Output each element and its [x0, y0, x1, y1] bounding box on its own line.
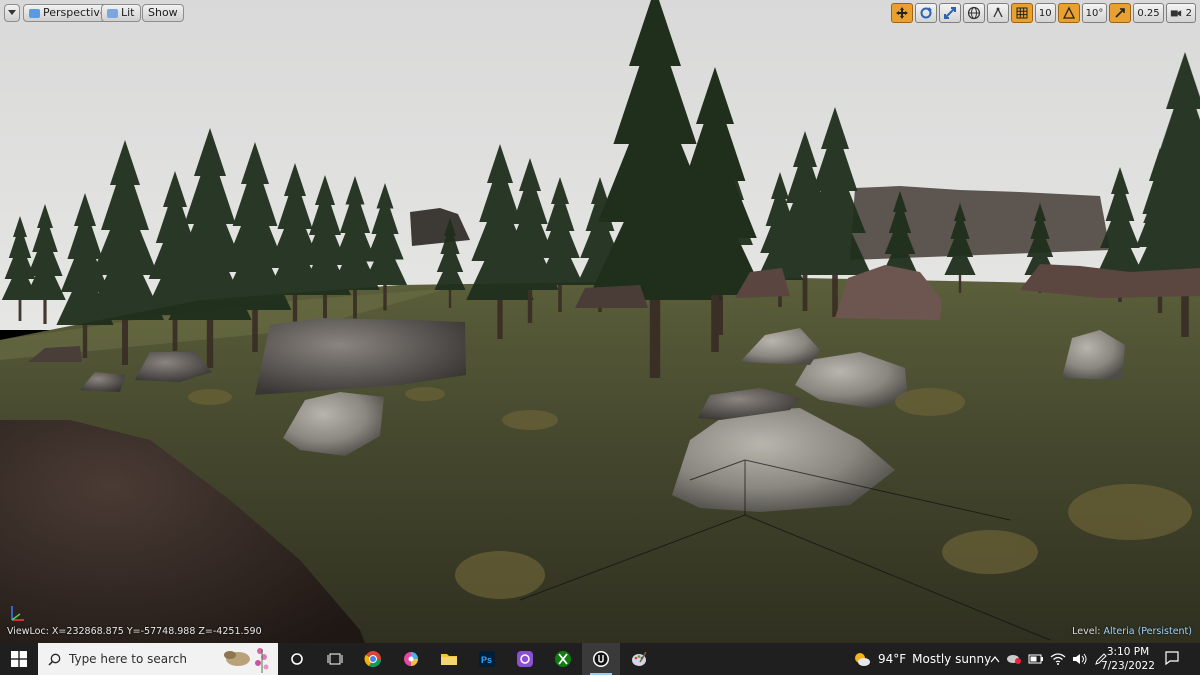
scale-snap-toggle[interactable]	[1109, 3, 1132, 23]
perspective-label: Perspective	[43, 6, 107, 19]
rotation-snap-value[interactable]: 10°	[1081, 3, 1108, 23]
scale-icon	[943, 7, 956, 19]
scale-tool-button[interactable]	[938, 3, 961, 23]
clock-time: 3:10 PM	[1106, 646, 1150, 658]
sun-cloud-icon	[855, 653, 870, 666]
task-view-button[interactable]	[278, 643, 316, 675]
world-local-toggle[interactable]	[962, 3, 985, 23]
taskbar-app-chrome[interactable]	[354, 643, 392, 675]
chevron-up-icon[interactable]	[990, 655, 1000, 663]
notification-center-button[interactable]	[1164, 650, 1180, 670]
photoshop-icon: Ps	[479, 651, 495, 667]
camera-speed-button[interactable]: 2	[1165, 3, 1196, 23]
search-icon	[48, 653, 61, 666]
taskbar-search-box[interactable]: Type here to search	[38, 643, 278, 675]
windows-logo-icon	[11, 651, 27, 667]
task-view-icon	[327, 653, 343, 665]
chevron-down-icon	[8, 10, 16, 15]
unreal-engine-icon	[593, 651, 609, 667]
taskbar-app-photoshop[interactable]: Ps	[468, 643, 506, 675]
wifi-icon[interactable]	[1050, 653, 1066, 665]
weather-widget[interactable]: 94°F Mostly sunny	[852, 643, 991, 675]
search-placeholder: Type here to search	[69, 652, 187, 666]
level-indicator: Level: Alteria (Persistent)	[1072, 626, 1192, 637]
folder-icon	[441, 654, 457, 665]
show-button[interactable]: Show	[142, 4, 184, 22]
grid-snap-toggle[interactable]	[1010, 3, 1033, 23]
taskbar-app-unreal[interactable]	[582, 643, 620, 675]
scene-render	[0, 0, 1200, 643]
rotate-tool-button[interactable]	[914, 3, 937, 23]
rotation-snap-toggle[interactable]	[1057, 3, 1080, 23]
system-tray	[990, 643, 1108, 675]
translate-tool-button[interactable]	[890, 3, 913, 23]
surface-snap-icon	[993, 7, 1003, 18]
taskbar-app-paint[interactable]	[620, 643, 658, 675]
windows-taskbar: Type here to search Ps 94°F Mostly sunny	[0, 643, 1200, 675]
axis-gizmo	[11, 606, 24, 621]
weather-description: Mostly sunny	[912, 652, 992, 666]
lit-button[interactable]: Lit	[101, 4, 141, 22]
paint-palette-icon	[632, 651, 647, 666]
view-location-readout: ViewLoc: X=232868.875 Y=-57748.988 Z=-42…	[7, 626, 262, 637]
cortana-circle-icon	[291, 653, 303, 665]
start-button[interactable]	[0, 643, 38, 675]
chrome-icon	[364, 651, 382, 668]
viewport-options-button[interactable]	[4, 4, 20, 22]
clock-date: 7/23/2022	[1101, 660, 1155, 672]
scale-snap-value[interactable]: 0.25	[1133, 3, 1164, 23]
taskbar-app-color[interactable]	[392, 643, 430, 675]
search-highlight-illustration	[224, 648, 269, 673]
grid-snap-value[interactable]: 10	[1034, 3, 1056, 23]
perspective-button[interactable]: Perspective	[23, 4, 113, 22]
level-viewport[interactable]: Perspective Lit Show 10 10° 0.25 2 ViewL…	[0, 0, 1200, 643]
scale-snap-icon	[1115, 8, 1126, 18]
discord-like-icon	[517, 651, 533, 667]
camera-speed-value: 2	[1185, 7, 1192, 19]
level-label: Level:	[1072, 626, 1101, 637]
color-wheel-icon	[404, 652, 418, 666]
taskbar-clock[interactable]: 3:10 PM 7/23/2022	[1098, 645, 1158, 673]
grid-icon	[1016, 7, 1028, 19]
angle-icon	[1062, 6, 1075, 19]
weather-temperature: 94°F	[878, 652, 907, 666]
taskbar-app-xbox[interactable]	[544, 643, 582, 675]
show-label: Show	[148, 6, 178, 19]
xbox-icon	[555, 651, 571, 667]
svg-text:Ps: Ps	[481, 655, 492, 665]
notification-icon	[1165, 651, 1179, 666]
battery-icon[interactable]	[1028, 654, 1044, 664]
lit-label: Lit	[121, 6, 135, 19]
camera-icon	[1170, 10, 1181, 17]
lit-icon	[107, 8, 118, 18]
rotate-icon	[920, 7, 932, 19]
taskbar-app-purple[interactable]	[506, 643, 544, 675]
viewport-transform-toolbar: 10 10° 0.25 2	[890, 2, 1196, 24]
globe-icon	[967, 6, 980, 20]
speaker-icon[interactable]	[1072, 653, 1088, 665]
move-arrows-icon	[895, 7, 908, 19]
task-view-icon-button[interactable]	[316, 643, 354, 675]
cloud-error-icon[interactable]	[1006, 653, 1022, 665]
taskbar-app-explorer[interactable]	[430, 643, 468, 675]
level-name: Alteria (Persistent)	[1103, 626, 1192, 637]
surface-snapping-button[interactable]	[986, 3, 1009, 23]
perspective-icon	[29, 8, 40, 18]
